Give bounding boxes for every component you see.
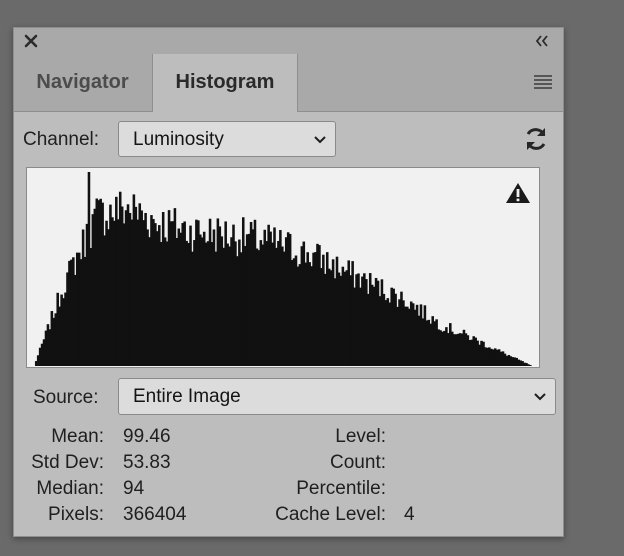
source-dropdown[interactable]: Entire Image xyxy=(118,378,556,415)
pixels-value: 366404 xyxy=(123,504,187,525)
refresh-icon[interactable] xyxy=(522,125,550,153)
close-icon[interactable] xyxy=(22,32,40,50)
tab-histogram[interactable]: Histogram xyxy=(152,54,298,112)
chevron-down-icon xyxy=(314,136,326,144)
panel-titlebar[interactable] xyxy=(14,28,563,55)
tab-navigator[interactable]: Navigator xyxy=(14,54,151,111)
double-chevron-left-icon[interactable] xyxy=(533,33,551,49)
median-label: Median: xyxy=(36,478,104,499)
chevron-down-icon xyxy=(534,393,546,401)
std-dev-label: Std Dev: xyxy=(31,452,104,473)
mean-value: 99.46 xyxy=(123,426,171,447)
tab-strip: Navigator Histogram xyxy=(14,54,563,112)
level-label: Level: xyxy=(335,426,386,447)
percentile-label: Percentile: xyxy=(296,478,386,499)
warning-triangle-icon[interactable] xyxy=(505,181,531,205)
count-label: Count: xyxy=(330,452,386,473)
cache-level-label: Cache Level: xyxy=(275,504,386,525)
channel-value: Luminosity xyxy=(133,129,224,150)
std-dev-value: 53.83 xyxy=(123,452,171,473)
median-value: 94 xyxy=(123,478,145,499)
channel-label: Channel: xyxy=(23,129,100,150)
histogram-graph xyxy=(26,167,540,368)
histogram-panel: Navigator Histogram Channel: Luminosity … xyxy=(13,27,564,537)
histogram-bars xyxy=(34,172,532,366)
hamburger-menu-icon[interactable] xyxy=(533,74,553,90)
source-label: Source: xyxy=(33,387,99,408)
histogram-bar-254 xyxy=(529,365,532,366)
cache-level-value: 4 xyxy=(404,504,415,525)
channel-dropdown[interactable]: Luminosity xyxy=(118,121,336,157)
pixels-label: Pixels: xyxy=(48,504,104,525)
mean-label: Mean: xyxy=(51,426,104,447)
source-value: Entire Image xyxy=(133,386,241,407)
